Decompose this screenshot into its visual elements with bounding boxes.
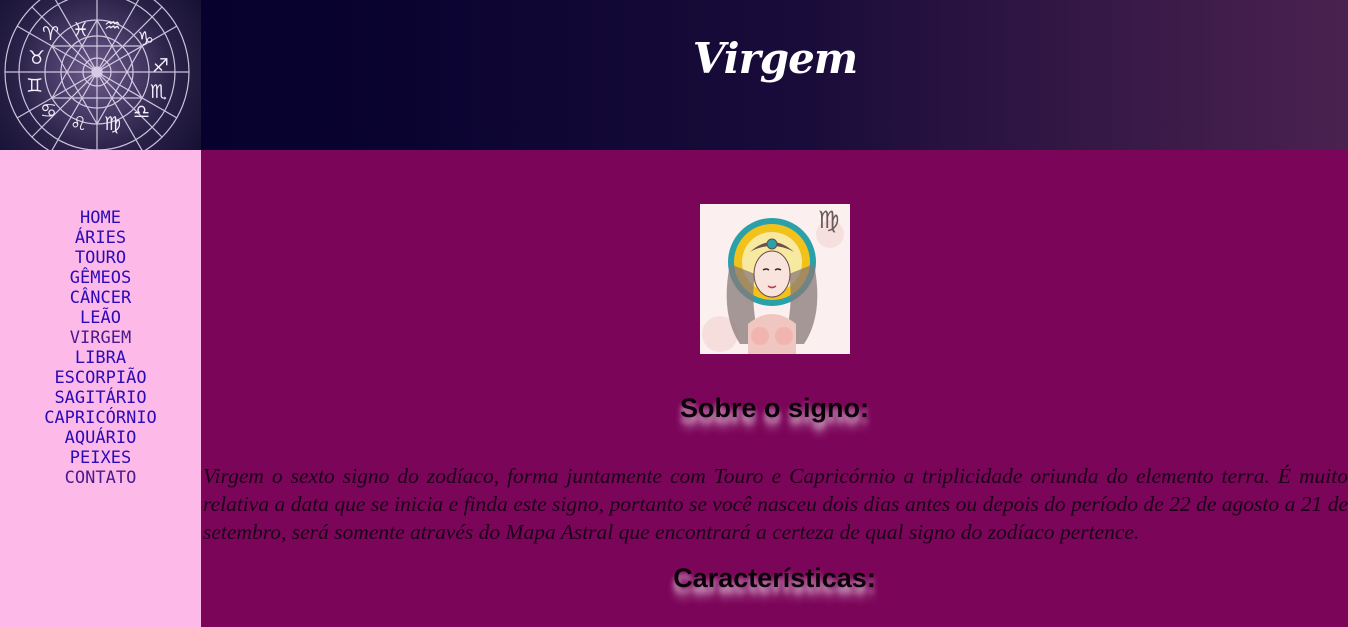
svg-text:♒: ♒ [104,15,121,37]
svg-text:♐: ♐ [152,55,169,77]
svg-text:♍: ♍ [818,206,840,234]
virgo-woman-icon: ♍ [700,204,850,354]
svg-text:♌: ♌ [70,113,87,135]
svg-text:♏: ♏ [150,81,167,103]
nav-link-leao[interactable]: LEÃO [0,308,201,328]
svg-text:♓: ♓ [72,19,89,41]
svg-text:♎: ♎ [133,101,150,123]
nav-link-peixes[interactable]: PEIXES [0,448,201,468]
nav-link-cancer[interactable]: CÂNCER [0,288,201,308]
nav-link-aries[interactable]: ÁRIES [0,228,201,248]
nav-link-capricornio[interactable]: CAPRICÓRNIO [0,408,201,428]
section-heading-caracteristicas: Características: [673,563,876,593]
nav-link-virgem[interactable]: VIRGEM [0,328,201,348]
sign-description: Virgem o sexto signo do zodíaco, forma j… [203,464,1348,544]
section-heading-sobre: Sobre o signo: [680,393,869,423]
site-header: ♓ ♒ ♑ ♐ ♏ ♎ ♍ ♌ ♋ ♊ ♉ ♈ Virgem [0,0,1348,150]
nav-link-touro[interactable]: TOURO [0,248,201,268]
zodiac-wheel-logo: ♓ ♒ ♑ ♐ ♏ ♎ ♍ ♌ ♋ ♊ ♉ ♈ [0,0,201,150]
nav-link-escorpiao[interactable]: ESCORPIÃO [0,368,201,388]
sidebar: HOME ÁRIES TOURO GÊMEOS CÂNCER LEÃO VIRG… [0,150,201,627]
sidebar-nav: HOME ÁRIES TOURO GÊMEOS CÂNCER LEÃO VIRG… [0,208,201,488]
svg-text:♊: ♊ [26,75,43,97]
nav-link-sagitario[interactable]: SAGITÁRIO [0,388,201,408]
nav-link-libra[interactable]: LIBRA [0,348,201,368]
svg-text:♍: ♍ [104,113,121,135]
zodiac-wheel-icon: ♓ ♒ ♑ ♐ ♏ ♎ ♍ ♌ ♋ ♊ ♉ ♈ [4,0,190,150]
svg-text:♉: ♉ [28,47,45,69]
page-title: Virgem [692,34,858,83]
svg-text:♈: ♈ [42,23,59,45]
virgo-illustration: ♍ [700,204,850,354]
main-content: ♍ Sobre o signo: Virgem o sexto signo do… [201,150,1348,627]
nav-link-gemeos[interactable]: GÊMEOS [0,268,201,288]
svg-text:♋: ♋ [40,100,57,122]
nav-link-home[interactable]: HOME [0,208,201,228]
svg-text:♑: ♑ [137,28,154,50]
nav-link-contato[interactable]: CONTATO [0,468,201,488]
nav-link-aquario[interactable]: AQUÁRIO [0,428,201,448]
